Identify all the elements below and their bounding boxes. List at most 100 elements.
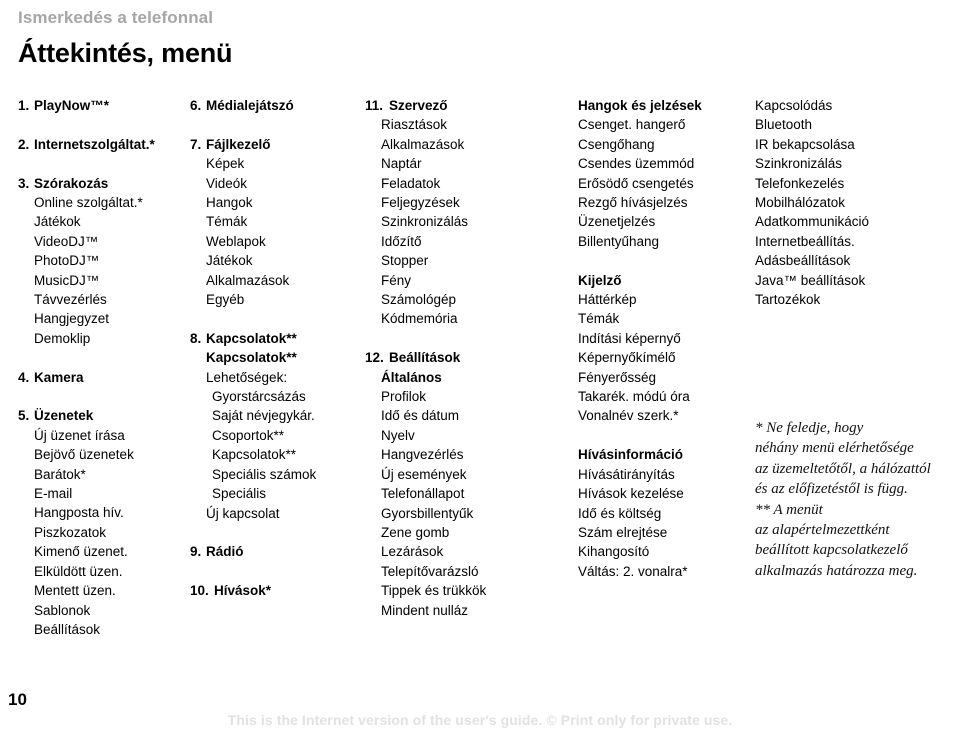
menu-subheading[interactable]: Kijelző bbox=[578, 271, 756, 290]
menu-item[interactable]: Java™ beállítások bbox=[755, 271, 960, 290]
menu-subheading[interactable]: Kapcsolatok** bbox=[190, 348, 365, 367]
menu-item[interactable]: Mindent nulláz bbox=[365, 601, 575, 620]
menu-entry-numbered[interactable]: 10. Hívások* bbox=[190, 581, 365, 600]
menu-item[interactable]: Hangvezérlés bbox=[365, 445, 575, 464]
menu-entry-numbered[interactable]: 12. Beállítások bbox=[365, 348, 575, 367]
menu-subheading[interactable]: Hívásinformáció bbox=[578, 445, 756, 464]
menu-item[interactable]: Fény bbox=[365, 271, 575, 290]
menu-item[interactable]: Számológép bbox=[365, 290, 575, 309]
menu-item[interactable]: Hangposta hív. bbox=[18, 503, 190, 522]
menu-item[interactable]: Zene gomb bbox=[365, 523, 575, 542]
menu-item[interactable]: Kimenő üzenet. bbox=[18, 542, 190, 561]
menu-subheading[interactable]: Általános bbox=[365, 368, 575, 387]
menu-item[interactable]: Adatkommunikáció bbox=[755, 212, 960, 231]
menu-item[interactable]: IR bekapcsolása bbox=[755, 135, 960, 154]
menu-item[interactable]: Időzítő bbox=[365, 232, 575, 251]
menu-item[interactable]: Gyorsbillentyűk bbox=[365, 504, 575, 523]
menu-item[interactable]: Szinkronizálás bbox=[365, 212, 575, 231]
menu-item[interactable]: Témák bbox=[578, 309, 756, 328]
menu-entry-numbered[interactable]: 9. Rádió bbox=[190, 542, 365, 561]
menu-item[interactable]: Naptár bbox=[365, 154, 575, 173]
menu-item[interactable]: Képek bbox=[190, 154, 365, 173]
menu-item[interactable]: Mobilhálózatok bbox=[755, 193, 960, 212]
menu-item[interactable]: Játékok bbox=[18, 212, 190, 231]
menu-item[interactable]: MusicDJ™ bbox=[18, 271, 190, 290]
menu-item[interactable]: Szám elrejtése bbox=[578, 523, 756, 542]
menu-item[interactable]: Képernyőkímélő bbox=[578, 348, 756, 367]
menu-item[interactable]: Online szolgáltat.* bbox=[18, 193, 190, 212]
menu-item[interactable]: Játékok bbox=[190, 251, 365, 270]
menu-item[interactable]: Csenget. hangerő bbox=[578, 115, 756, 134]
menu-item[interactable]: Új üzenet írása bbox=[18, 426, 190, 445]
menu-item[interactable]: Weblapok bbox=[190, 232, 365, 251]
menu-entry-numbered[interactable]: 11. Szervező bbox=[365, 96, 575, 115]
menu-item[interactable]: Feljegyzések bbox=[365, 193, 575, 212]
menu-item[interactable]: Videók bbox=[190, 174, 365, 193]
menu-item[interactable]: Lezárások bbox=[365, 542, 575, 561]
menu-item[interactable]: Billentyűhang bbox=[578, 232, 756, 251]
menu-item[interactable]: Idő és költség bbox=[578, 504, 756, 523]
menu-item[interactable]: Témák bbox=[190, 212, 365, 231]
menu-item[interactable]: Távvezérlés bbox=[18, 290, 190, 309]
menu-item[interactable]: Riasztások bbox=[365, 115, 575, 134]
menu-item[interactable]: Indítási képernyő bbox=[578, 329, 756, 348]
menu-item[interactable]: PhotoDJ™ bbox=[18, 251, 190, 270]
menu-item[interactable]: Adásbeállítások bbox=[755, 251, 960, 270]
menu-item[interactable]: Speciális számok bbox=[190, 465, 365, 484]
menu-subheading[interactable]: Hangok és jelzések bbox=[578, 96, 756, 115]
menu-item[interactable]: Hangok bbox=[190, 193, 365, 212]
menu-item[interactable]: Csengőhang bbox=[578, 135, 756, 154]
menu-item[interactable]: Saját névjegykár. bbox=[190, 406, 365, 425]
menu-item[interactable]: Rezgő hívásjelzés bbox=[578, 193, 756, 212]
menu-item[interactable]: Elküldött üzen. bbox=[18, 562, 190, 581]
menu-item[interactable]: Alkalmazások bbox=[190, 271, 365, 290]
menu-item[interactable]: Idő és dátum bbox=[365, 406, 575, 425]
menu-item[interactable]: Lehetőségek: bbox=[190, 368, 365, 387]
menu-item[interactable]: Kihangosító bbox=[578, 542, 756, 561]
menu-item[interactable]: Szinkronizálás bbox=[755, 154, 960, 173]
menu-item[interactable]: Piszkozatok bbox=[18, 523, 190, 542]
menu-item[interactable]: Háttérkép bbox=[578, 290, 756, 309]
menu-item[interactable]: Stopper bbox=[365, 251, 575, 270]
menu-entry-numbered[interactable]: 1. PlayNow™* bbox=[18, 96, 190, 115]
menu-item[interactable]: Demoklip bbox=[18, 329, 190, 348]
menu-item[interactable]: Gyorstárcsázás bbox=[190, 387, 365, 406]
menu-item[interactable]: Kapcsolatok** bbox=[190, 445, 365, 464]
menu-item[interactable]: Takarék. módú óra bbox=[578, 387, 756, 406]
menu-item[interactable]: VideoDJ™ bbox=[18, 232, 190, 251]
menu-item[interactable]: Csoportok** bbox=[190, 426, 365, 445]
menu-item[interactable]: Bluetooth bbox=[755, 115, 960, 134]
menu-item[interactable]: Telefonállapot bbox=[365, 484, 575, 503]
menu-item[interactable]: Vonalnév szerk.* bbox=[578, 406, 756, 425]
menu-item[interactable]: Tartozékok bbox=[755, 290, 960, 309]
menu-item[interactable]: Új események bbox=[365, 465, 575, 484]
menu-entry-numbered[interactable]: 2. Internetszolgáltat.* bbox=[18, 135, 190, 154]
menu-entry-numbered[interactable]: 8. Kapcsolatok** bbox=[190, 329, 365, 348]
menu-item[interactable]: Beállítások bbox=[18, 620, 190, 639]
menu-item[interactable]: Barátok* bbox=[18, 465, 190, 484]
menu-item[interactable]: Internetbeállítás. bbox=[755, 232, 960, 251]
menu-item[interactable]: Feladatok bbox=[365, 174, 575, 193]
menu-item[interactable]: Telefonkezelés bbox=[755, 174, 960, 193]
menu-item[interactable]: Váltás: 2. vonalra* bbox=[578, 562, 756, 581]
menu-item[interactable]: Fényerősség bbox=[578, 368, 756, 387]
menu-entry-numbered[interactable]: 5. Üzenetek bbox=[18, 406, 190, 425]
menu-item[interactable]: Speciális bbox=[190, 484, 365, 503]
menu-item[interactable]: Alkalmazások bbox=[365, 135, 575, 154]
menu-item[interactable]: Mentett üzen. bbox=[18, 581, 190, 600]
menu-item[interactable]: Csendes üzemmód bbox=[578, 154, 756, 173]
menu-entry-numbered[interactable]: 3. Szórakozás bbox=[18, 174, 190, 193]
menu-item[interactable]: Hívásátirányítás bbox=[578, 465, 756, 484]
menu-item[interactable]: Hívások kezelése bbox=[578, 484, 756, 503]
menu-entry-numbered[interactable]: 4. Kamera bbox=[18, 368, 190, 387]
menu-item[interactable]: Sablonok bbox=[18, 601, 190, 620]
menu-item[interactable]: Kapcsolódás bbox=[755, 96, 960, 115]
menu-item[interactable]: Telepítővarázsló bbox=[365, 562, 575, 581]
menu-entry-numbered[interactable]: 6. Médialejátszó bbox=[190, 96, 365, 115]
menu-item[interactable]: Bejövő üzenetek bbox=[18, 445, 190, 464]
menu-item[interactable]: Kódmemória bbox=[365, 309, 575, 328]
menu-item[interactable]: E-mail bbox=[18, 484, 190, 503]
menu-item[interactable]: Tippek és trükkök bbox=[365, 581, 575, 600]
menu-item[interactable]: Üzenetjelzés bbox=[578, 212, 756, 231]
menu-item[interactable]: Új kapcsolat bbox=[190, 504, 365, 523]
